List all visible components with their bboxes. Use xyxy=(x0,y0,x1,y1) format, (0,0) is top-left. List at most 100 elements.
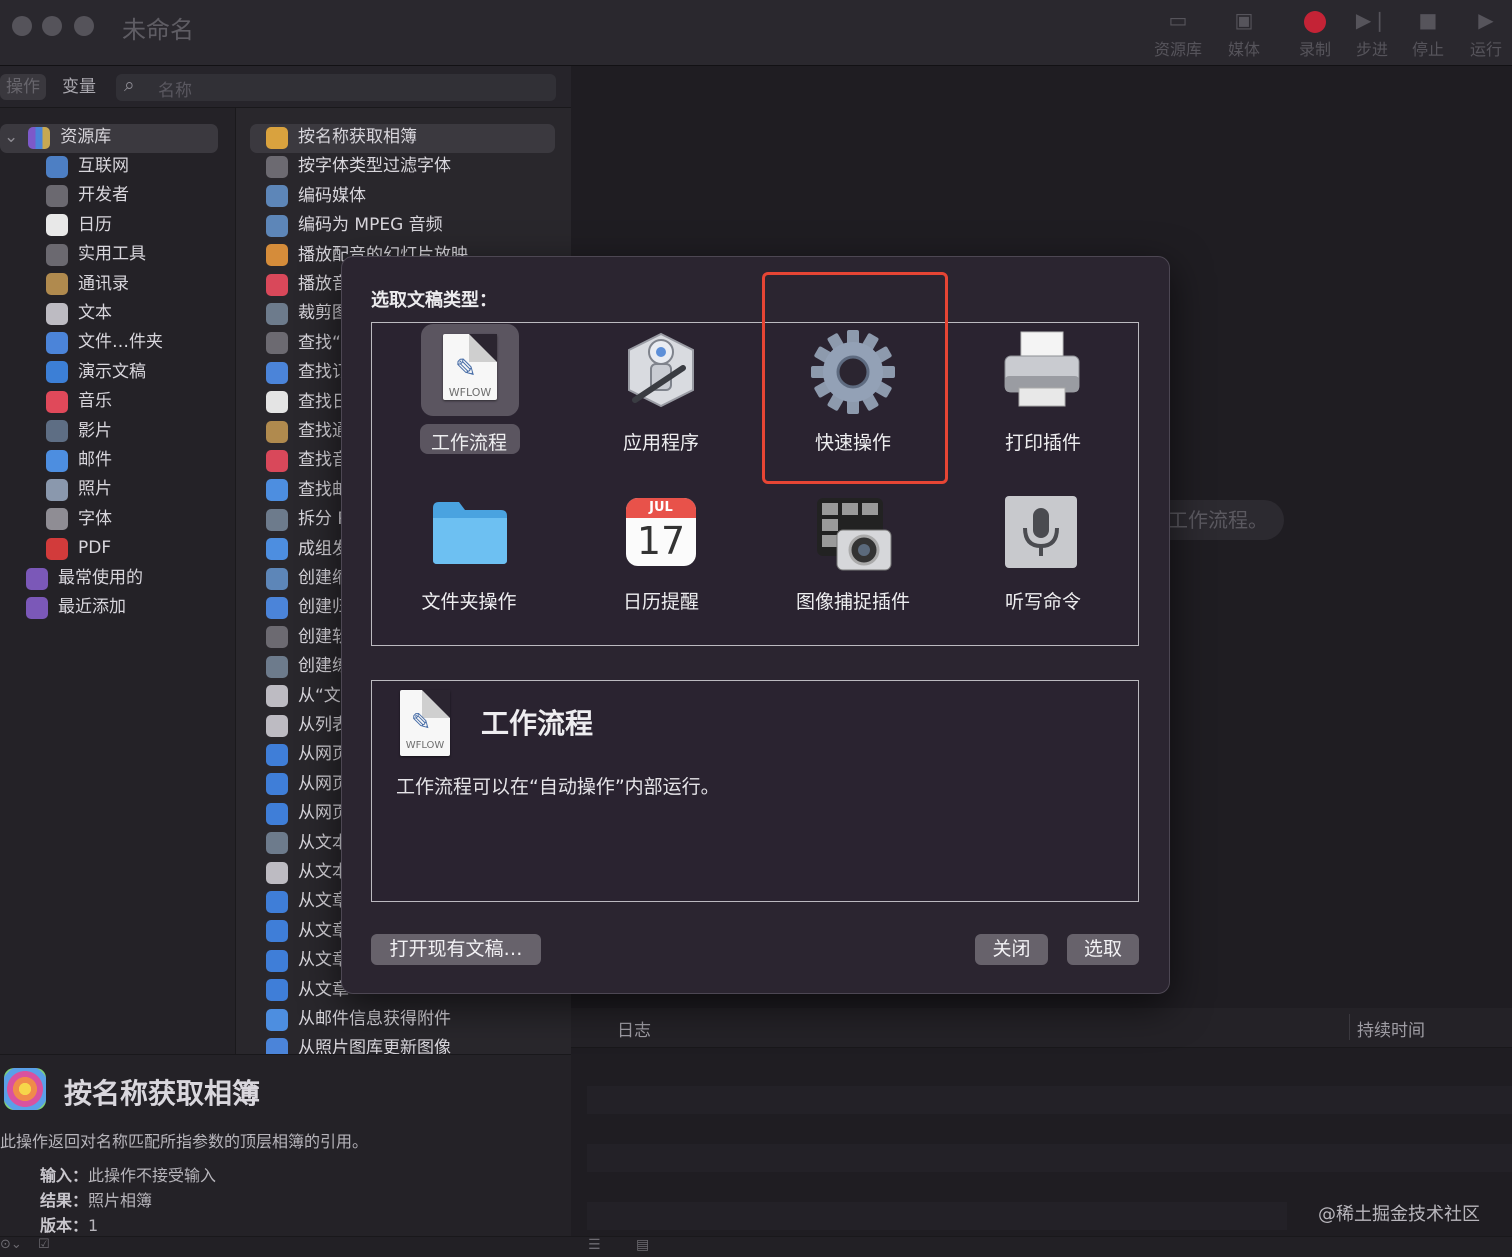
library-item-label: 实用工具 xyxy=(78,244,146,265)
close-button[interactable]: 关闭 xyxy=(975,934,1048,965)
library-item-presentations[interactable]: 演示文稿 xyxy=(46,358,146,387)
action-item[interactable]: 播放音 xyxy=(266,270,349,299)
action-item[interactable]: 从网页 xyxy=(266,770,349,799)
action-item[interactable]: 查找“ xyxy=(266,329,341,358)
action-item[interactable]: 从邮件信息获得附件 xyxy=(266,1005,451,1034)
library-item-text[interactable]: 文本 xyxy=(46,299,112,328)
library-item-label: 影片 xyxy=(78,420,112,441)
action-item[interactable]: 从文章 xyxy=(266,976,349,1005)
type-dictation-command[interactable]: 听写命令 xyxy=(947,486,1139,646)
toolbar-record-button[interactable]: 录制 xyxy=(1287,4,1343,62)
action-menu-icon[interactable]: ⊙⌄ xyxy=(0,1237,22,1252)
toolbar-run-button[interactable]: ▶ 运行 xyxy=(1458,4,1512,62)
type-print-plugin[interactable]: 打印插件 xyxy=(947,324,1139,484)
action-item[interactable]: 编码媒体 xyxy=(266,182,366,211)
close-window-button[interactable] xyxy=(12,16,32,36)
log-column-header[interactable]: 日志 xyxy=(617,1016,651,1041)
library-item-mail[interactable]: 邮件 xyxy=(46,446,112,475)
action-icon xyxy=(266,185,288,208)
mail-icon xyxy=(46,449,68,472)
library-item-movies[interactable]: 影片 xyxy=(46,417,112,446)
media-icon: ▣ xyxy=(1234,8,1254,32)
toolbar-stop-button[interactable]: ■ 停止 xyxy=(1400,4,1456,62)
action-icon xyxy=(266,596,288,619)
action-item[interactable]: 从文章 xyxy=(266,917,349,946)
action-item[interactable]: 查找订 xyxy=(266,358,349,387)
library-item-music[interactable]: 音乐 xyxy=(46,387,112,416)
smart-folder-icon xyxy=(26,567,48,590)
action-item[interactable]: 成组发 xyxy=(266,535,349,564)
toolbar-library-button[interactable]: ▭ 资源库 xyxy=(1150,4,1206,62)
type-label: 听写命令 xyxy=(1004,591,1081,613)
library-item-pdf[interactable]: PDF xyxy=(46,534,111,563)
list-view-icon[interactable]: ☰ xyxy=(588,1237,601,1253)
action-item[interactable]: 按字体类型过滤字体 xyxy=(266,152,451,181)
action-item[interactable]: 创建缩 xyxy=(266,564,349,593)
action-icon xyxy=(266,302,288,325)
library-item-calendar[interactable]: 日历 xyxy=(46,211,112,240)
type-workflow[interactable]: ✎ WFLOW 工作流程 xyxy=(373,324,565,484)
library-item-utilities[interactable]: 实用工具 xyxy=(46,240,146,269)
type-folder-action[interactable]: 文件夹操作 xyxy=(373,486,565,646)
action-info-description: 此操作返回对名称匹配所指参数的顶层相簿的引用。 xyxy=(0,1132,369,1151)
action-item[interactable]: 从“文 xyxy=(266,682,341,711)
toolbar-media-button[interactable]: ▣ 媒体 xyxy=(1216,4,1272,62)
action-item[interactable]: 拆分 P xyxy=(266,505,348,534)
movies-icon xyxy=(46,420,68,443)
library-item-developer[interactable]: 开发者 xyxy=(46,181,129,210)
action-item[interactable]: 从网页 xyxy=(266,740,349,769)
type-calendar-alarm[interactable]: JUL 17 日历提醒 xyxy=(565,486,757,646)
duration-column-header[interactable]: 持续时间 xyxy=(1357,1016,1425,1041)
action-item[interactable]: 从文章 xyxy=(266,946,349,975)
minimize-window-button[interactable] xyxy=(42,16,62,36)
action-icon xyxy=(266,920,288,943)
toolbar-media-label: 媒体 xyxy=(1227,40,1260,59)
action-icon xyxy=(266,773,288,796)
action-item-label: 按名称获取相簿 xyxy=(298,127,417,147)
action-item[interactable]: 从文本 xyxy=(266,858,349,887)
checkbox-icon[interactable]: ☑ xyxy=(38,1237,50,1252)
type-application[interactable]: 应用程序 xyxy=(565,324,757,484)
library-root[interactable]: ⌄ 资源库 xyxy=(4,123,111,152)
library-item-label: 通讯录 xyxy=(78,273,129,294)
action-icon xyxy=(266,332,288,355)
action-item[interactable]: 从列表 xyxy=(266,711,349,740)
log-header: 日志 持续时间 xyxy=(571,1008,1512,1048)
choose-button[interactable]: 选取 xyxy=(1067,934,1139,965)
split-view-icon[interactable]: ▤ xyxy=(636,1237,649,1253)
toolbar-stop-label: 停止 xyxy=(1411,40,1444,59)
action-item[interactable]: 查找邮 xyxy=(266,476,349,505)
toolbar-step-button[interactable]: ▶❘ 步进 xyxy=(1344,4,1400,62)
search-field[interactable]: ⌕ 名称 xyxy=(116,74,556,101)
library-item-internet[interactable]: 互联网 xyxy=(46,152,129,181)
action-item[interactable]: 从文章 xyxy=(266,887,349,916)
tab-actions[interactable]: 操作 xyxy=(0,74,46,100)
action-item[interactable]: 按名称获取相簿 xyxy=(266,123,417,152)
open-existing-button[interactable]: 打开现有文稿… xyxy=(371,934,541,965)
action-item[interactable]: 从网页 xyxy=(266,799,349,828)
type-label: 应用程序 xyxy=(622,432,699,454)
action-item[interactable]: 查找日 xyxy=(266,388,349,417)
action-item[interactable]: 查找通 xyxy=(266,417,349,446)
smart-group-1[interactable]: 最近添加 xyxy=(26,593,126,622)
action-icon xyxy=(266,949,288,972)
action-item[interactable]: 从文本 xyxy=(266,829,349,858)
zoom-window-button[interactable] xyxy=(74,16,94,36)
action-icon xyxy=(266,890,288,913)
action-item[interactable]: 查找音 xyxy=(266,446,349,475)
library-item-photos[interactable]: 照片 xyxy=(46,475,112,504)
smart-group-0[interactable]: 最常使用的 xyxy=(26,564,143,593)
action-item[interactable]: 创建归 xyxy=(266,593,349,622)
action-item[interactable]: 创建练 xyxy=(266,652,349,681)
library-item-contacts[interactable]: 通讯录 xyxy=(46,270,129,299)
library-item-files-folders[interactable]: 文件…件夹 xyxy=(46,328,163,357)
type-image-capture-plugin[interactable]: 图像捕捉插件 xyxy=(757,486,949,646)
workflow-doc-icon: ✎ WFLOW xyxy=(400,690,450,756)
type-description-title: 工作流程 xyxy=(481,707,594,740)
action-item[interactable]: 编码为 MPEG 音频 xyxy=(266,211,443,240)
action-item[interactable]: 裁剪图 xyxy=(266,299,349,328)
library-item-fonts[interactable]: 字体 xyxy=(46,505,112,534)
action-item[interactable]: 创建软 xyxy=(266,623,349,652)
tab-variables[interactable]: 变量 xyxy=(56,74,102,100)
library-item-label: 邮件 xyxy=(78,450,112,470)
